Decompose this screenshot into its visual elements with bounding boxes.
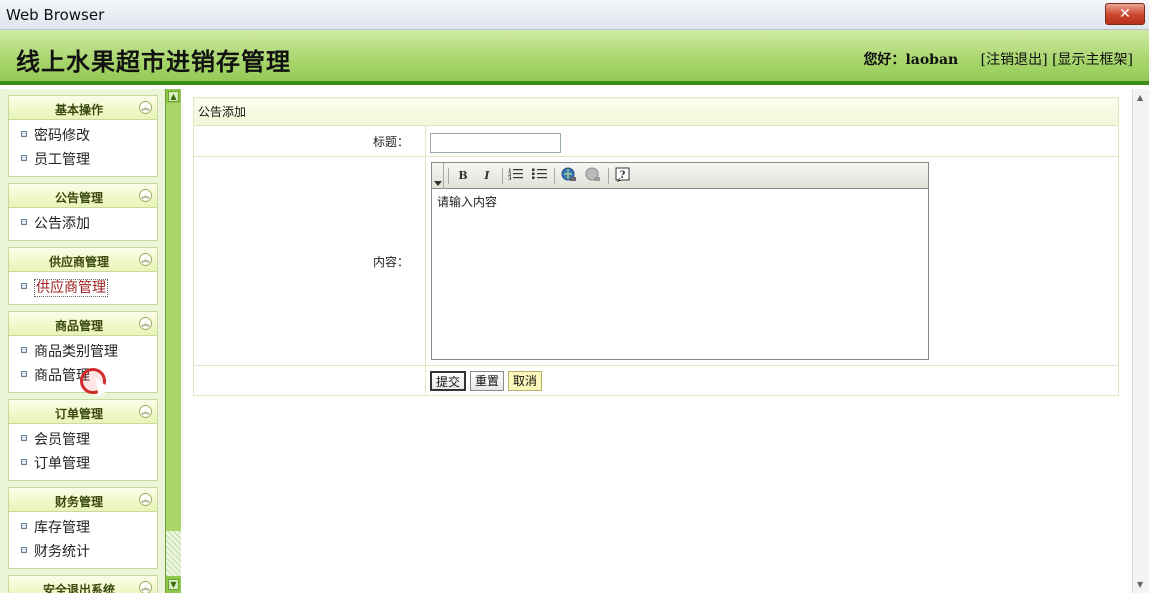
menu-group-orders: 订单管理 ︽ 会员管理 订单管理	[8, 399, 158, 481]
menu-group-title: 商品管理	[54, 319, 103, 333]
username: laoban	[905, 52, 959, 68]
editor-toolbar: B I 123 ?	[432, 163, 928, 189]
menu-group-title: 安全退出系统	[42, 583, 115, 593]
close-icon: ✕	[1119, 6, 1131, 22]
menu-group-finance: 财务管理 ︽ 库存管理 财务统计	[8, 487, 158, 569]
content-label: 内容：	[193, 156, 426, 366]
scroll-up-icon[interactable]: ▲	[168, 91, 179, 102]
bullet-icon	[21, 347, 27, 353]
collapse-icon[interactable]: ︽	[139, 493, 152, 506]
bullet-icon	[21, 523, 27, 529]
menu-group-notice: 公告管理 ︽ 公告添加	[8, 183, 158, 241]
collapse-icon[interactable]: ︽	[139, 101, 152, 114]
scroll-down-icon[interactable]: ▼	[168, 579, 179, 590]
submit-button[interactable]: 提交	[430, 370, 467, 391]
app-title: 线上水果超市进销存管理	[16, 47, 291, 76]
scroll-up-icon[interactable]: ▲	[1137, 93, 1143, 102]
notice-form: 公告添加 标题： 内容： B I 123 ? 请输入内容 提交 重置 取消	[193, 97, 1119, 396]
sidebar-item-supplier[interactable]: 供应商管理	[9, 276, 157, 300]
sidebar: 基本操作 ︽ 密码修改 员工管理 公告管理 ︽ 公告添加 供应商管理 ︽ 供应商…	[0, 89, 165, 593]
scrollbar-thumb[interactable]	[166, 103, 181, 531]
collapse-icon[interactable]: ︽	[139, 253, 152, 266]
cancel-button[interactable]: 取消	[508, 370, 543, 391]
menu-group-title: 基本操作	[54, 103, 103, 117]
user-bar: 您好：laoban [注销退出] [显示主框架]	[863, 49, 1133, 69]
main-scrollbar[interactable]: ▲ ▼	[1132, 89, 1149, 593]
sidebar-scrollbar[interactable]: ▲ ▼	[165, 89, 181, 593]
sidebar-item-staff[interactable]: 员工管理	[9, 148, 157, 172]
svg-text:3: 3	[508, 176, 512, 181]
form-caption: 公告添加	[193, 97, 1119, 126]
link-icon[interactable]	[560, 167, 578, 185]
title-input[interactable]	[430, 132, 561, 153]
unordered-list-icon[interactable]	[531, 167, 549, 185]
bullet-icon	[21, 459, 27, 465]
ordered-list-icon[interactable]: 123	[507, 167, 525, 185]
window-title: Web Browser	[6, 6, 105, 24]
sidebar-item-goods-category[interactable]: 商品类别管理	[9, 340, 157, 364]
menu-group-supplier: 供应商管理 ︽ 供应商管理	[8, 247, 158, 305]
menu-group-basic: 基本操作 ︽ 密码修改 员工管理	[8, 95, 158, 177]
menu-group-header[interactable]: 供应商管理 ︽	[9, 248, 157, 272]
collapse-icon[interactable]: ︽	[139, 189, 152, 202]
collapse-icon[interactable]: ︽	[139, 317, 152, 330]
rich-text-editor: B I 123 ? 请输入内容	[431, 162, 929, 360]
bullet-icon	[21, 131, 27, 137]
svg-text:?: ?	[620, 170, 626, 181]
close-window-button[interactable]: ✕	[1105, 3, 1145, 25]
collapse-icon[interactable]: ︽	[139, 581, 152, 593]
scroll-down-icon[interactable]: ▼	[1137, 580, 1143, 589]
editor-content-area[interactable]: 请输入内容	[432, 189, 928, 214]
sidebar-item-members[interactable]: 会员管理	[9, 428, 157, 452]
menu-group-header[interactable]: 公告管理 ︽	[9, 184, 157, 208]
menu-group-title: 财务管理	[54, 495, 103, 509]
bullet-icon	[21, 283, 27, 289]
sidebar-item-add-notice[interactable]: 公告添加	[9, 212, 157, 236]
bullet-icon	[21, 435, 27, 441]
window-titlebar: Web Browser ✕	[0, 0, 1149, 30]
bullet-icon	[21, 155, 27, 161]
toolbar-collapse-icon[interactable]	[432, 163, 444, 189]
unlink-icon[interactable]	[584, 167, 602, 185]
collapse-icon[interactable]: ︽	[139, 405, 152, 418]
italic-button[interactable]: I	[478, 167, 496, 185]
sidebar-item-finance-stats[interactable]: 财务统计	[9, 540, 157, 564]
menu-group-title: 公告管理	[54, 191, 103, 205]
help-icon[interactable]: ?	[614, 167, 632, 185]
bullet-icon	[21, 547, 27, 553]
bullet-icon	[21, 371, 27, 377]
menu-group-header[interactable]: 商品管理 ︽	[9, 312, 157, 336]
main-content: 公告添加 标题： 内容： B I 123 ? 请输入内容 提交 重置 取消	[181, 89, 1131, 593]
title-label: 标题：	[193, 125, 426, 157]
logout-link[interactable]: [注销退出]	[981, 52, 1048, 68]
menu-group-header[interactable]: 安全退出系统 ︽	[9, 576, 157, 593]
bold-button[interactable]: B	[454, 167, 472, 185]
menu-group-logout: 安全退出系统 ︽	[8, 575, 158, 593]
scrollbar-track[interactable]	[166, 531, 181, 576]
menu-group-title: 订单管理	[54, 407, 103, 421]
bullet-icon	[21, 219, 27, 225]
sidebar-item-change-password[interactable]: 密码修改	[9, 124, 157, 148]
menu-group-header[interactable]: 财务管理 ︽	[9, 488, 157, 512]
sidebar-item-inventory[interactable]: 库存管理	[9, 516, 157, 540]
sidebar-item-orders[interactable]: 订单管理	[9, 452, 157, 476]
app-header: 线上水果超市进销存管理 您好：laoban [注销退出] [显示主框架]	[0, 30, 1149, 85]
show-main-frame-link[interactable]: [显示主框架]	[1052, 52, 1133, 68]
menu-group-title: 供应商管理	[48, 255, 109, 269]
menu-group-header[interactable]: 基本操作 ︽	[9, 96, 157, 120]
menu-group-header[interactable]: 订单管理 ︽	[9, 400, 157, 424]
reset-button[interactable]: 重置	[470, 370, 505, 391]
greeting-label: 您好：	[863, 52, 906, 68]
